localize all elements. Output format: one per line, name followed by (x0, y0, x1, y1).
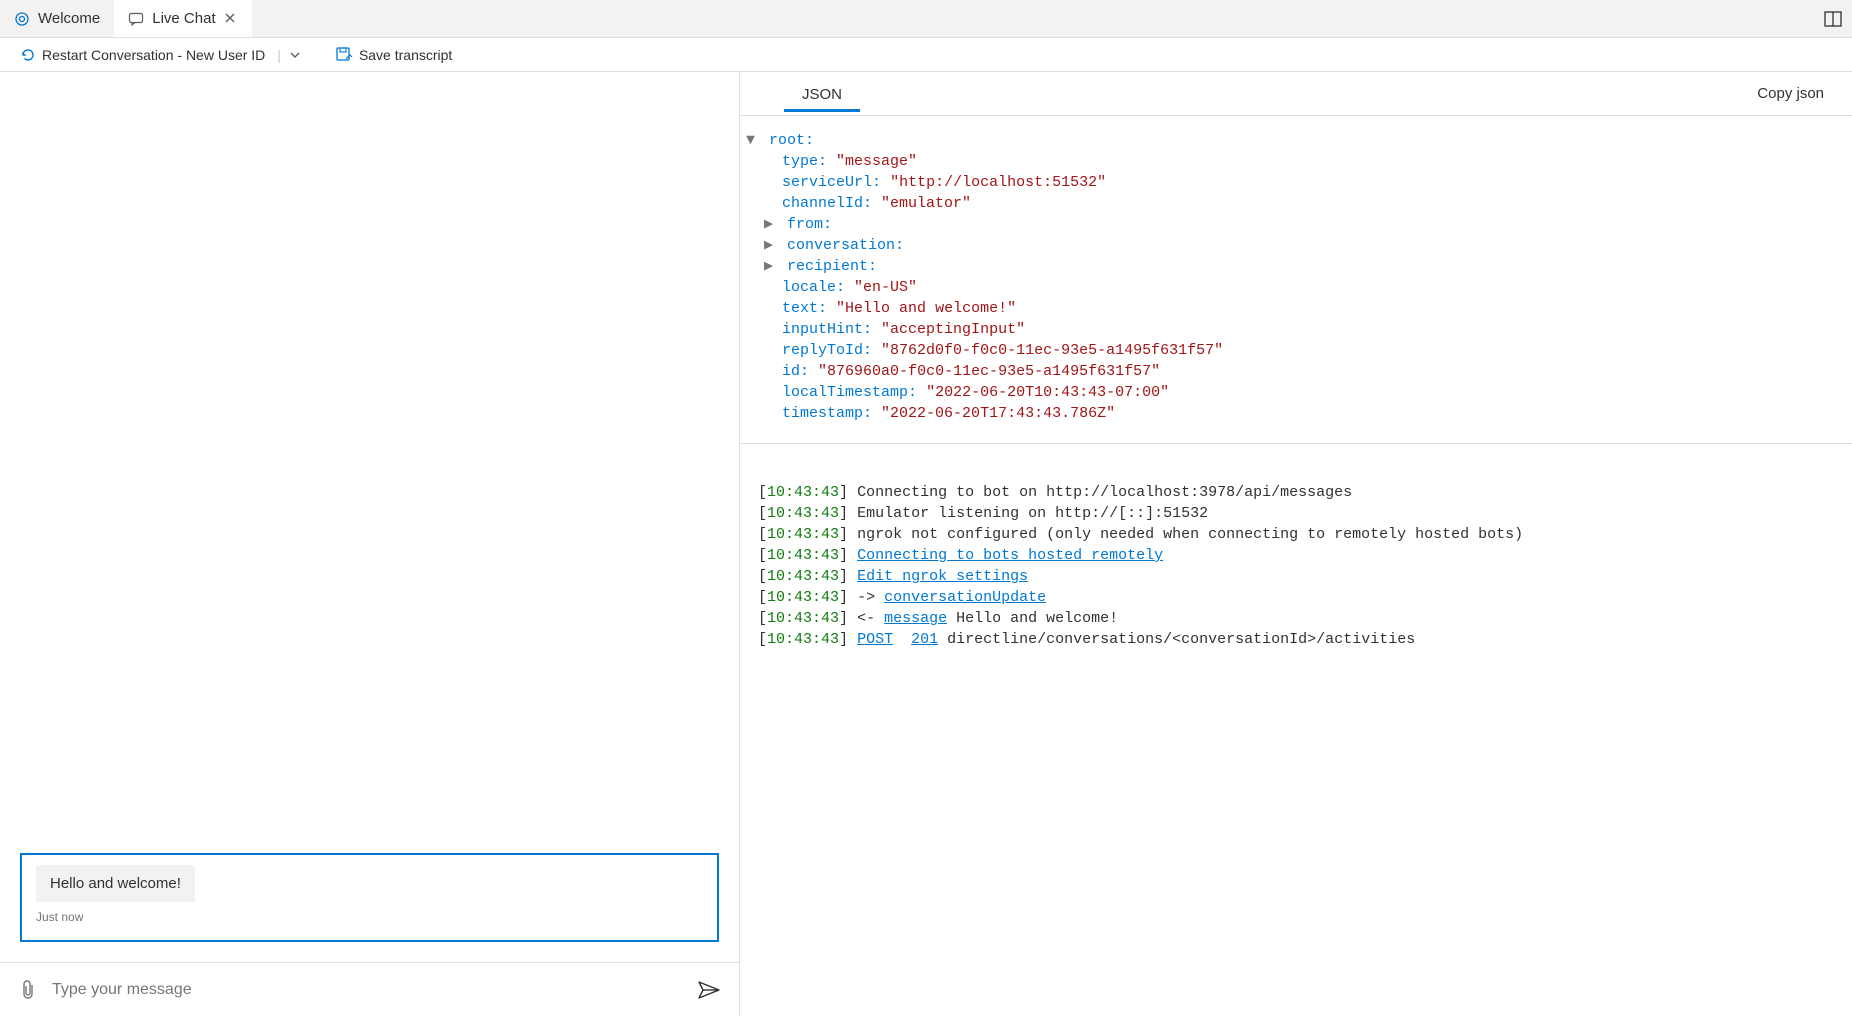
welcome-icon (14, 11, 30, 27)
log-line: [10:43:43] Edit ngrok settings (758, 566, 1834, 587)
tab-bar: Welcome Live Chat (0, 0, 1852, 38)
tab-welcome[interactable]: Welcome (0, 0, 114, 37)
twisty-icon[interactable]: ▶ (764, 235, 778, 256)
toolbar-divider: | (277, 47, 281, 63)
log-line: [10:43:43] Connecting to bot on http://l… (758, 482, 1834, 503)
close-icon[interactable] (224, 12, 238, 26)
log-line: [10:43:43] Emulator listening on http://… (758, 503, 1834, 524)
twisty-icon[interactable]: ▶ (764, 214, 778, 235)
main-split: Hello and welcome! Just now JSON Copy js… (0, 72, 1852, 1016)
copy-json-button[interactable]: Copy json (1757, 85, 1824, 102)
json-tab[interactable]: JSON (784, 76, 860, 112)
tab-livechat[interactable]: Live Chat (114, 0, 251, 37)
tab-welcome-label: Welcome (38, 10, 100, 27)
save-icon (335, 46, 353, 64)
restart-conversation-button[interactable]: Restart Conversation - New User ID (20, 47, 265, 63)
restart-label: Restart Conversation - New User ID (42, 47, 265, 63)
log-link[interactable]: Connecting to bots hosted remotely (857, 547, 1163, 564)
inspector-header: JSON Copy json (740, 72, 1852, 116)
twisty-icon[interactable]: ▼ (746, 130, 760, 151)
chat-pane: Hello and welcome! Just now (0, 72, 740, 1016)
save-label: Save transcript (359, 47, 452, 63)
selected-message[interactable]: Hello and welcome! Just now (20, 853, 719, 942)
log-line: [10:43:43] POST 201 directline/conversat… (758, 629, 1834, 650)
toolbar: Restart Conversation - New User ID | Sav… (0, 38, 1852, 72)
message-input[interactable] (52, 981, 683, 999)
send-icon[interactable] (697, 980, 721, 1000)
log-link[interactable]: message (884, 610, 947, 627)
chat-messages: Hello and welcome! Just now (0, 72, 739, 962)
chat-icon (128, 11, 144, 27)
chat-input-row (0, 962, 739, 1016)
log-link[interactable]: 201 (911, 631, 938, 648)
panel-layout-icon[interactable] (1814, 0, 1852, 37)
log-panel[interactable]: [10:43:43] Connecting to bot on http://l… (740, 444, 1852, 1016)
log-link[interactable]: conversationUpdate (884, 589, 1046, 606)
log-link[interactable]: Edit ngrok settings (857, 568, 1028, 585)
save-transcript-button[interactable]: Save transcript (335, 46, 452, 64)
log-line: [10:43:43] ngrok not configured (only ne… (758, 524, 1834, 545)
message-timestamp: Just now (36, 910, 703, 924)
log-line: [10:43:43] Connecting to bots hosted rem… (758, 545, 1834, 566)
json-viewer[interactable]: ▼ root: type: "message" serviceUrl: "htt… (740, 116, 1852, 444)
restart-dropdown-chevron[interactable] (289, 49, 301, 61)
inspector-pane: JSON Copy json ▼ root: type: "message" s… (740, 72, 1852, 1016)
tab-livechat-label: Live Chat (152, 10, 215, 27)
log-line: [10:43:43] <- message Hello and welcome! (758, 608, 1834, 629)
twisty-icon[interactable]: ▶ (764, 256, 778, 277)
log-line: [10:43:43] -> conversationUpdate (758, 587, 1834, 608)
log-link[interactable]: POST (857, 631, 893, 648)
bot-message-bubble: Hello and welcome! (36, 865, 195, 902)
attachment-icon[interactable] (18, 979, 38, 1001)
restart-icon (20, 47, 36, 63)
